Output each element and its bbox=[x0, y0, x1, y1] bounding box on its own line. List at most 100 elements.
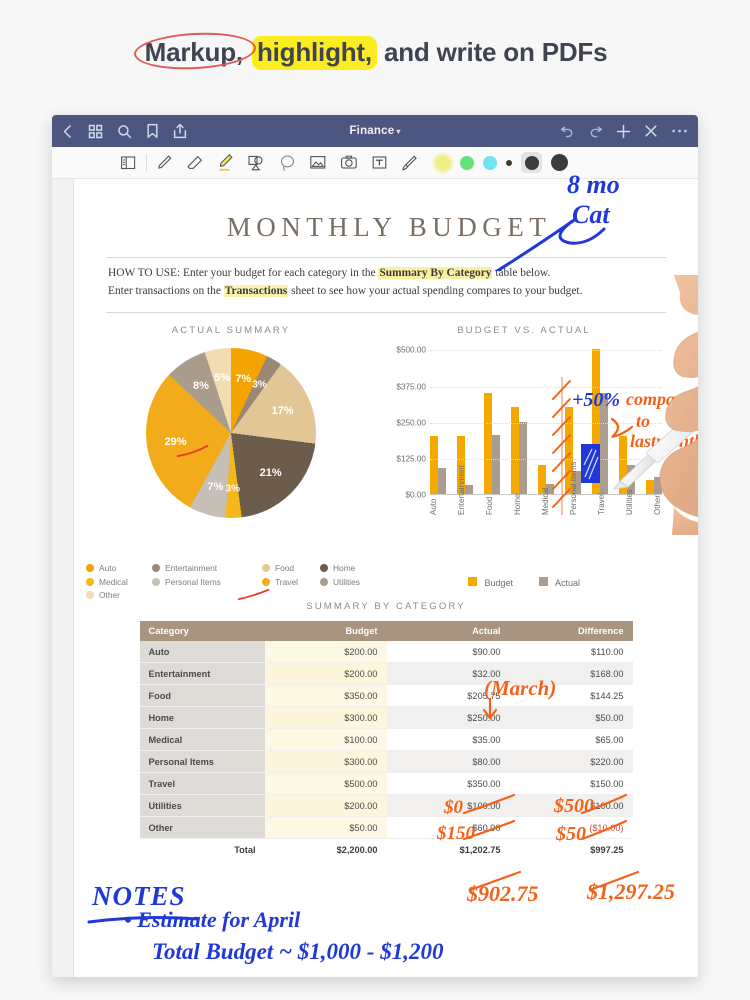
table-header-budget: Budget bbox=[264, 621, 387, 642]
cell-category-auto: Auto bbox=[139, 641, 265, 664]
color-swatch-black-selected[interactable] bbox=[521, 152, 542, 173]
app-navbar: Finance ▾ bbox=[52, 115, 698, 147]
undo-icon[interactable] bbox=[560, 124, 575, 138]
total-label: Total bbox=[139, 838, 265, 861]
cell-budget-medical: $100.00 bbox=[264, 728, 387, 752]
bar-actual-auto bbox=[438, 468, 446, 495]
cell-difference-other: ($10.00) bbox=[509, 816, 633, 840]
table-header-row: Category Budget Actual Difference bbox=[139, 621, 633, 642]
color-swatch-yellow[interactable] bbox=[435, 154, 451, 171]
bar-chart-gridline bbox=[430, 386, 662, 388]
brush-icon[interactable] bbox=[401, 154, 418, 172]
cell-actual-personal-items: $80.00 bbox=[386, 750, 510, 774]
bar-chart-x-label: Auto bbox=[429, 498, 438, 516]
table-row[interactable]: Entertainment $200.00 $32.00 $168.00 bbox=[139, 662, 633, 686]
legend-label-other: Other bbox=[99, 590, 120, 601]
total-budget: $2,200.00 bbox=[264, 838, 387, 861]
redo-icon[interactable] bbox=[588, 124, 603, 138]
howto-line2-pre: Enter transactions on the bbox=[108, 284, 224, 297]
howto-line2-highlight: Transactions bbox=[223, 284, 289, 297]
howto-line1-highlight: Summary By Category bbox=[378, 267, 493, 279]
legend-dot-travel bbox=[262, 577, 270, 586]
pie-legend-item-entertainment: Entertainment bbox=[152, 563, 262, 573]
table-header-actual: Actual bbox=[386, 621, 510, 642]
pie-legend-item-food: Food bbox=[262, 563, 320, 573]
table-row[interactable]: Food $350.00 $205.75 $144.25 bbox=[139, 684, 633, 708]
table-row[interactable]: Medical $100.00 $35.00 $65.00 bbox=[139, 728, 633, 752]
legend-dot-personal-items bbox=[152, 577, 160, 586]
bookmark-icon[interactable] bbox=[146, 123, 159, 139]
pie-legend-item-medical: Medical bbox=[86, 577, 152, 587]
cell-actual-other: $60.00 bbox=[386, 816, 510, 840]
search-icon[interactable] bbox=[117, 124, 132, 139]
cell-budget-home: $300.00 bbox=[264, 706, 387, 730]
bar-budget-travel bbox=[592, 349, 600, 495]
legend-dot-auto bbox=[86, 564, 94, 573]
pie-chart: 7% 3% 17% 21% 3% 7% 29% 8% 5% bbox=[146, 348, 316, 519]
pie-slice-label-utilities: 8% bbox=[192, 379, 209, 392]
eraser-icon[interactable] bbox=[186, 154, 204, 172]
pdf-page[interactable]: MONTHLY BUDGET HOW TO USE: Enter your bu… bbox=[74, 179, 698, 977]
cell-category-travel: Travel bbox=[139, 772, 265, 796]
cell-budget-entertainment: $200.00 bbox=[264, 662, 387, 686]
bar-chart-x-label: Utilities bbox=[625, 489, 634, 516]
table-row[interactable]: Utilities $200.00 $100.00 $100.00 bbox=[139, 794, 633, 818]
bar-chart-x-label: Other bbox=[653, 495, 662, 516]
legend-dot-entertainment bbox=[152, 564, 160, 573]
legend-label-actual: Actual bbox=[555, 578, 581, 589]
back-chevron-icon[interactable] bbox=[61, 124, 74, 139]
table-row[interactable]: Travel $500.00 $350.00 $150.00 bbox=[139, 772, 633, 796]
table-row[interactable]: Auto $200.00 $90.00 $110.00 bbox=[139, 641, 633, 664]
cell-difference-food: $144.25 bbox=[509, 684, 633, 708]
color-swatch-small-black[interactable] bbox=[506, 159, 512, 166]
grid-icon[interactable] bbox=[88, 124, 103, 139]
document-title: MONTHLY BUDGET bbox=[226, 212, 552, 242]
shapes-icon[interactable] bbox=[247, 154, 266, 172]
bar-legend-item-actual: Actual bbox=[539, 577, 580, 588]
cell-budget-other: $50.00 bbox=[264, 816, 387, 840]
cell-actual-home: $250.00 bbox=[386, 706, 510, 730]
page-thumbnail-icon[interactable] bbox=[120, 155, 137, 171]
image-icon[interactable] bbox=[309, 154, 327, 171]
pie-chart-title: ACTUAL SUMMARY bbox=[171, 325, 291, 337]
page-rail[interactable] bbox=[52, 179, 74, 977]
table-row[interactable]: Other $50.00 $60.00 ($10.00) bbox=[139, 816, 633, 840]
legend-dot-utilities bbox=[320, 577, 328, 586]
table-row[interactable]: Personal Items $300.00 $80.00 $220.00 bbox=[139, 750, 633, 774]
table-header-difference: Difference bbox=[509, 621, 633, 642]
howto-line1-post: table below. bbox=[492, 267, 551, 279]
cell-actual-utilities: $100.00 bbox=[386, 794, 510, 818]
howto-line2-post: sheet to see how your actual spending co… bbox=[288, 284, 583, 297]
bar-chart-gridline bbox=[430, 422, 662, 424]
color-swatch-green[interactable] bbox=[460, 155, 474, 170]
lasso-icon[interactable] bbox=[279, 154, 296, 172]
summary-by-category-table: Category Budget Actual Difference Auto $2… bbox=[139, 621, 633, 861]
table-row[interactable]: Home $300.00 $250.00 $50.00 bbox=[139, 706, 633, 730]
bar-budget-food bbox=[484, 392, 492, 495]
bar-chart-x-labels: Auto Entertainment Food Home Medical Personal… bbox=[429, 462, 662, 516]
more-icon[interactable] bbox=[671, 128, 688, 134]
bar-chart-gridline bbox=[430, 459, 662, 461]
cell-category-entertainment: Entertainment bbox=[139, 662, 265, 686]
bar-chart: Auto Entertainment Food Home Medical Personal… bbox=[374, 346, 674, 516]
toolbar-divider bbox=[146, 153, 147, 172]
highlighter-icon[interactable] bbox=[217, 153, 234, 172]
howto-text: HOW TO USE: Enter your budget for each c… bbox=[108, 265, 664, 300]
cell-category-other: Other bbox=[139, 816, 265, 840]
color-swatch-cyan[interactable] bbox=[483, 155, 497, 170]
camera-icon[interactable] bbox=[340, 154, 358, 171]
bar-chart-x-label: Travel bbox=[597, 493, 606, 516]
text-box-icon[interactable] bbox=[371, 154, 388, 171]
color-swatch-black-large[interactable] bbox=[551, 154, 568, 171]
close-icon[interactable] bbox=[644, 124, 658, 138]
share-icon[interactable] bbox=[173, 123, 187, 139]
plus-icon[interactable] bbox=[616, 124, 631, 139]
bar-chart-y-tick: $0.00 bbox=[405, 490, 427, 500]
bar-chart-legend: Budget Actual bbox=[374, 577, 674, 588]
table-body: Auto $200.00 $90.00 $110.00 Entertainment $20… bbox=[139, 641, 633, 840]
legend-label-budget: Budget bbox=[484, 578, 513, 589]
pie-legend-item-personal-items: Personal Items bbox=[152, 577, 262, 587]
table-total-row: Total $2,200.00 $1,202.75 $997.25 bbox=[139, 838, 633, 861]
pen-icon[interactable] bbox=[156, 154, 173, 172]
bar-chart-x-label: Food bbox=[485, 497, 494, 516]
